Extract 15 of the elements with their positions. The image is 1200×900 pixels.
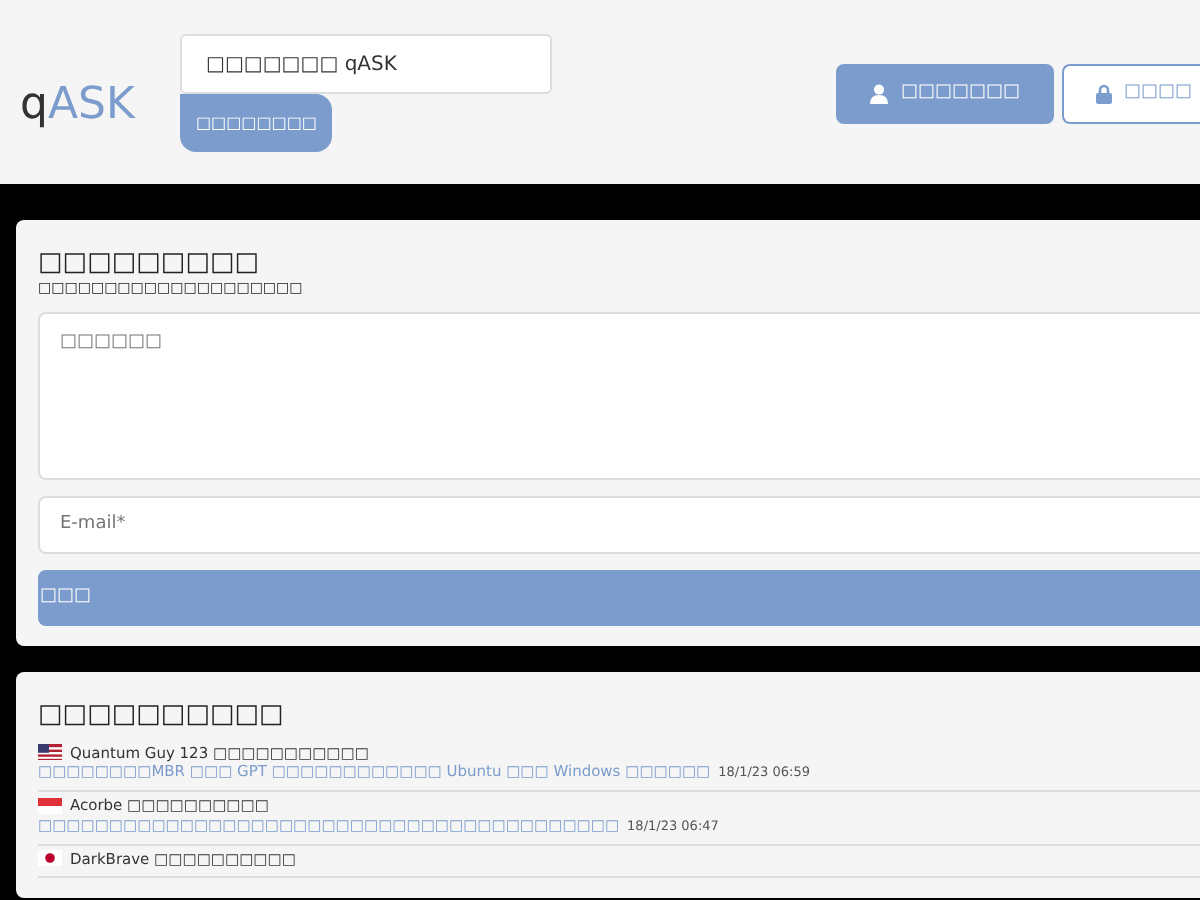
lock-icon bbox=[1095, 84, 1112, 104]
login-button[interactable]: □□□□ bbox=[1061, 64, 1200, 124]
flag-icon bbox=[38, 797, 62, 814]
logo: qASK bbox=[20, 78, 138, 134]
search-field[interactable]: □□□□□□□ qASK bbox=[180, 34, 552, 94]
user-icon bbox=[870, 84, 889, 104]
flag-icon bbox=[38, 850, 62, 867]
search-button[interactable]: □□□□□□□□ bbox=[180, 94, 333, 152]
email-field[interactable]: E-mail* bbox=[38, 495, 1200, 554]
card-title: □□□□□□□□□ bbox=[38, 248, 262, 280]
register-button[interactable]: □□□□□□□ bbox=[836, 64, 1054, 124]
flag-icon bbox=[38, 744, 62, 761]
question-field[interactable]: □□□□□□ bbox=[38, 311, 1200, 480]
submit-button[interactable]: □□□ bbox=[38, 569, 1200, 626]
card-title: □□□□□□□□□□ bbox=[38, 699, 286, 732]
